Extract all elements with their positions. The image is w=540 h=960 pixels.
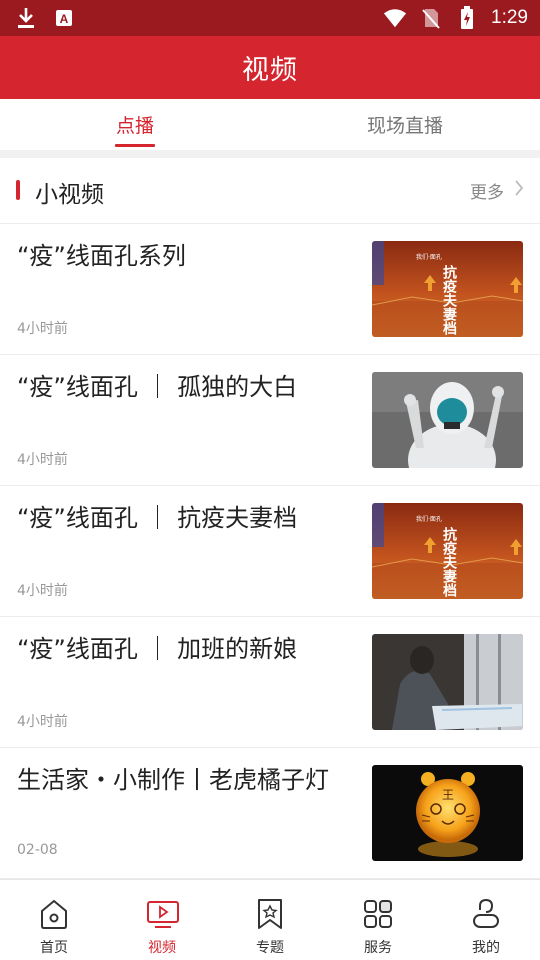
svg-text:A: A: [60, 12, 69, 26]
page-title: 视频: [242, 55, 298, 86]
services-grid-icon: [363, 898, 393, 930]
video-thumbnail[interactable]: [372, 634, 523, 730]
no-sim-icon: [419, 6, 443, 30]
item-title: “疫”线面孔 ｜ 孤独的大白: [17, 373, 298, 401]
more-link[interactable]: 更多: [470, 178, 524, 203]
nav-video[interactable]: 视频: [108, 880, 216, 960]
svg-text:我们·面孔: 我们·面孔: [416, 253, 442, 261]
video-list: “疫”线面孔系列 4小时前 我们·面孔 抗疫夫妻档 “疫”线面孔 ｜ 孤独的大白…: [0, 224, 540, 879]
list-item[interactable]: “疫”线面孔 ｜ 孤独的大白 4小时前: [0, 355, 540, 486]
nav-label: 专题: [256, 940, 284, 956]
item-title: “疫”线面孔系列: [17, 242, 186, 270]
profile-icon: [471, 898, 501, 930]
item-title: “疫”线面孔 ｜ 加班的新娘: [17, 635, 298, 663]
lantern-character: 王: [442, 788, 454, 802]
nav-topics[interactable]: 专题: [216, 880, 324, 960]
item-time: 4小时前: [17, 321, 68, 337]
item-time: 4小时前: [17, 452, 68, 468]
video-thumbnail[interactable]: 我们·面孔 抗疫夫妻档: [372, 241, 523, 337]
status-clock: 1:29: [491, 7, 528, 28]
section-title: 小视频: [35, 182, 104, 208]
thumb-title-text: 抗疫夫妻档: [441, 264, 457, 336]
nav-label: 服务: [364, 940, 392, 956]
list-item[interactable]: “疫”线面孔 ｜ 抗疫夫妻档 4小时前 我们·面孔 抗疫夫妻档: [0, 486, 540, 617]
tab-live[interactable]: 现场直播: [345, 99, 465, 150]
nav-label: 首页: [40, 940, 68, 956]
nav-label: 视频: [148, 940, 176, 956]
item-time: 02-08: [17, 842, 58, 858]
svg-text:我们·面孔: 我们·面孔: [416, 515, 442, 523]
chevron-right-icon: [514, 179, 524, 202]
status-bar: A 1:29: [0, 0, 540, 36]
video-thumbnail[interactable]: 王: [372, 765, 523, 861]
divider: [0, 150, 540, 158]
list-item[interactable]: “疫”线面孔系列 4小时前 我们·面孔 抗疫夫妻档: [0, 224, 540, 355]
battery-charging-icon: [455, 6, 479, 30]
nav-label: 我的: [472, 940, 500, 956]
video-icon: [147, 898, 179, 930]
active-tab-indicator: [115, 144, 155, 147]
more-label: 更多: [470, 183, 504, 203]
nav-services[interactable]: 服务: [324, 880, 432, 960]
bottom-navigation: 首页 视频 专题 服务 我的: [0, 879, 540, 960]
item-title: “疫”线面孔 ｜ 抗疫夫妻档: [17, 504, 298, 532]
thumb-title-text: 抗疫夫妻档: [441, 526, 457, 598]
item-time: 4小时前: [17, 714, 68, 730]
video-thumbnail[interactable]: [372, 372, 523, 468]
wifi-icon: [383, 6, 407, 30]
video-thumbnail[interactable]: 我们·面孔 抗疫夫妻档: [372, 503, 523, 599]
topic-bookmark-icon: [255, 898, 285, 930]
list-item[interactable]: 生活家・小制作丨老虎橘子灯 02-08 王: [0, 748, 540, 879]
item-time: 4小时前: [17, 583, 68, 599]
home-icon: [39, 898, 69, 930]
nav-profile[interactable]: 我的: [432, 880, 540, 960]
item-title: 生活家・小制作丨老虎橘子灯: [17, 766, 329, 794]
app-header: 视频: [0, 36, 540, 99]
nav-home[interactable]: 首页: [0, 880, 108, 960]
tab-on-demand[interactable]: 点播: [95, 99, 175, 150]
list-item[interactable]: “疫”线面孔 ｜ 加班的新娘 4小时前: [0, 617, 540, 748]
tab-bar: 点播 现场直播: [0, 99, 540, 150]
section-accent-bar: [16, 180, 20, 200]
keyboard-a-icon: A: [52, 6, 76, 30]
download-icon: [14, 6, 38, 30]
section-header: 小视频 更多: [0, 158, 540, 224]
